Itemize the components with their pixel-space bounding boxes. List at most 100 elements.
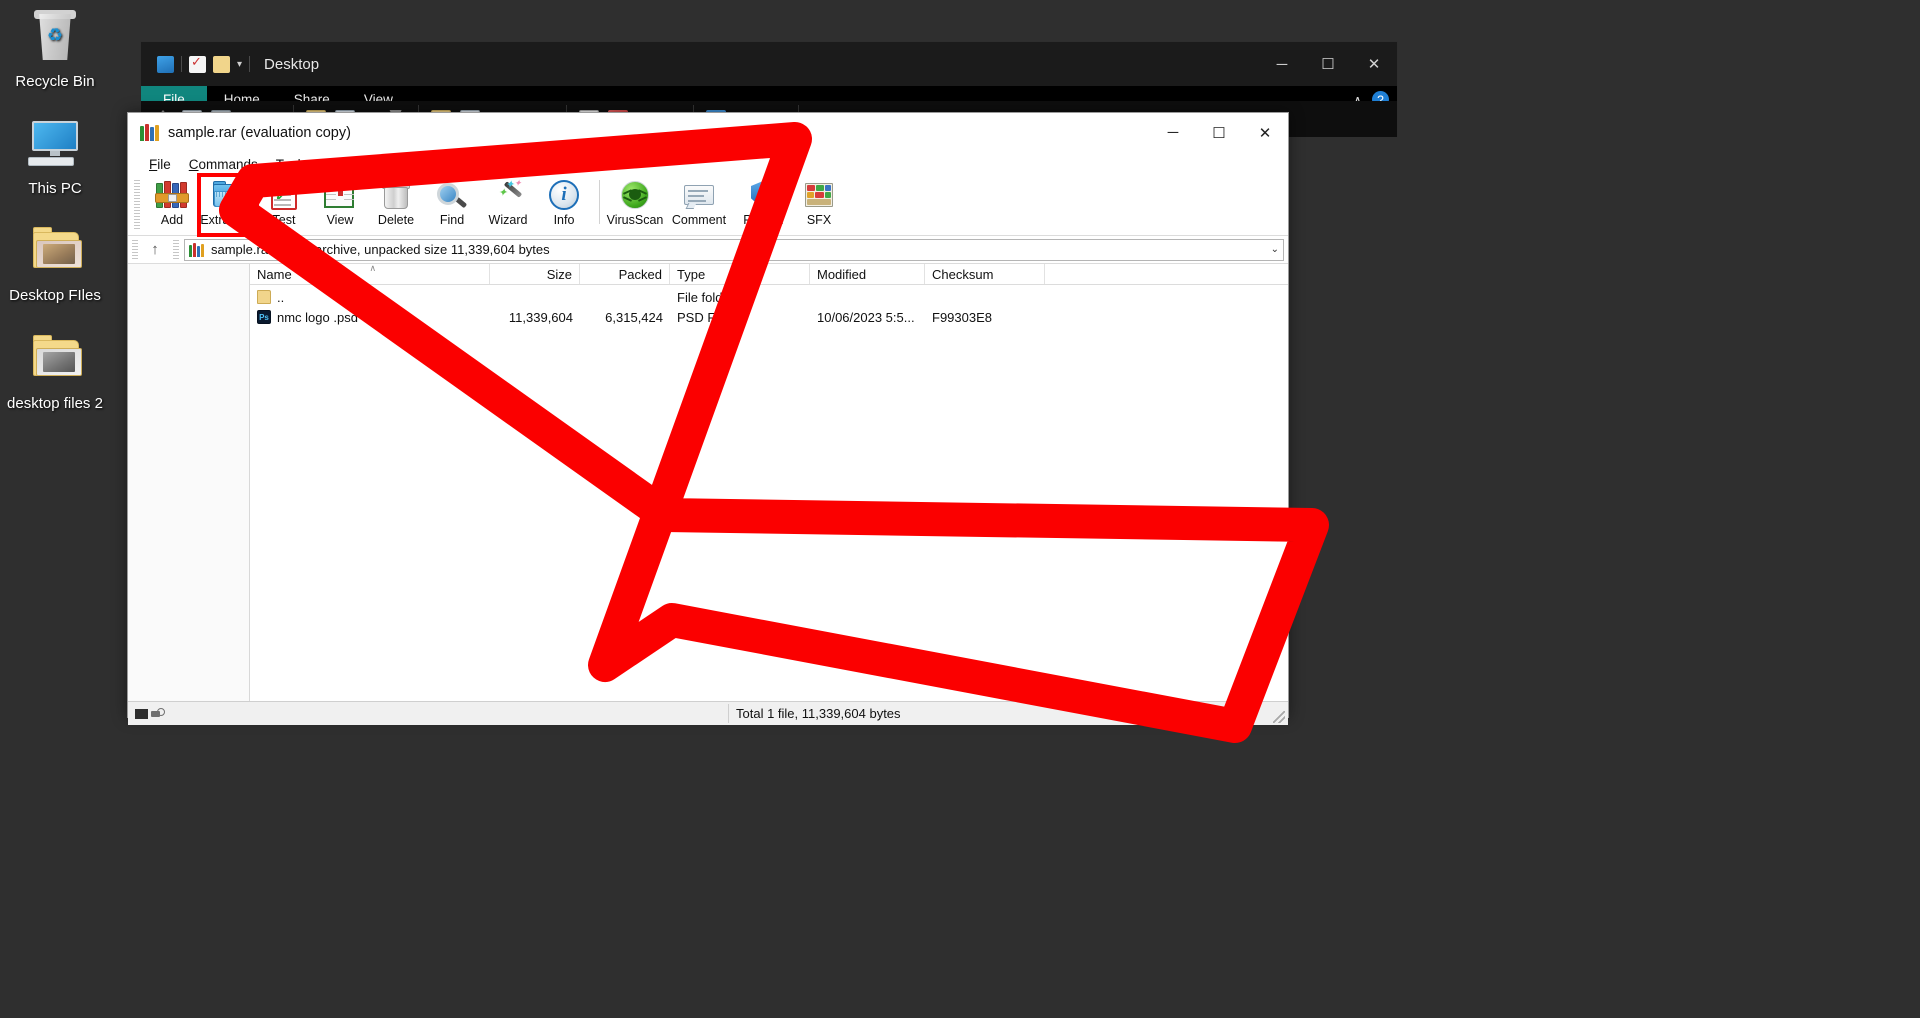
winrar-app-icon (140, 124, 159, 141)
table-row[interactable]: Ps nmc logo .psd * 11,339,604 6,315,424 … (250, 307, 1288, 327)
address-grip[interactable] (132, 240, 138, 260)
find-magnifier-icon (435, 179, 469, 211)
close-button[interactable]: ✕ (1242, 113, 1288, 152)
column-header-name[interactable]: Name ∧ (250, 264, 490, 284)
winrar-title: sample.rar (evaluation copy) (168, 125, 351, 141)
view-book-icon (323, 179, 357, 211)
winrar-toolbar[interactable]: Add Extract To ✓ Test View (128, 176, 1288, 236)
toolbar-grip[interactable] (134, 180, 140, 230)
chevron-down-icon[interactable]: ⌄ (1271, 244, 1279, 255)
cell-packed: 6,315,424 (580, 310, 670, 325)
toolbar-button-comment[interactable]: Comment (663, 176, 735, 234)
menu-file[interactable]: File (140, 155, 180, 174)
toolbar-button-find[interactable]: Find (424, 176, 480, 234)
winrar-menubar[interactable]: File Commands Tools Favorites Options He… (128, 152, 1288, 176)
recycle-bin-icon: ♻ (26, 8, 84, 66)
file-list-header[interactable]: Name ∧ Size Packed Type Modified Checksu… (250, 264, 1288, 285)
cell-type: File folder (670, 290, 810, 305)
toolbar-button-test[interactable]: ✓ Test (256, 176, 312, 234)
wizard-wand-icon: ✦✦✦ (491, 179, 525, 211)
toolbar-label: Protect (743, 213, 783, 227)
cell-type: PSD File (670, 310, 810, 325)
cell-checksum: F99303E8 (925, 310, 1045, 325)
toolbar-button-view[interactable]: View (312, 176, 368, 234)
desktop-icon-recycle-bin[interactable]: ♻ Recycle Bin (0, 8, 110, 90)
toolbar-button-delete[interactable]: Delete (368, 176, 424, 234)
desktop-icon-desktop-files-2[interactable]: desktop files 2 (0, 330, 110, 412)
cell-name[interactable]: Ps nmc logo .psd * (250, 310, 490, 325)
chevron-down-icon[interactable]: ▾ (237, 59, 242, 70)
toolbar-button-add[interactable]: Add (144, 176, 200, 234)
comment-icon (682, 179, 716, 211)
desktop-icon-label: desktop files 2 (0, 395, 110, 412)
toolbar-separator (599, 180, 600, 224)
menu-help[interactable]: Help (454, 155, 500, 174)
file-explorer-window[interactable]: ▾ Desktop ─ ☐ ✕ File Home Share View ∧ ? (140, 41, 1398, 101)
toolbar-button-sfx[interactable]: SFX (791, 176, 847, 234)
archive-path-combobox[interactable]: sample.rar - RAR archive, unpacked size … (184, 239, 1284, 261)
explorer-title: Desktop (264, 56, 319, 73)
maximize-button[interactable]: ☐ (1305, 42, 1351, 86)
toolbar-label: Test (273, 213, 296, 227)
menu-options[interactable]: Options (390, 155, 455, 174)
folder-icon (26, 330, 84, 388)
divider (728, 704, 729, 723)
column-header-size[interactable]: Size (490, 264, 580, 284)
winrar-status-bar: Total 1 file, 11,339,604 bytes (128, 701, 1288, 725)
desktop-icon-label: Recycle Bin (0, 73, 110, 90)
winrar-tree-panel[interactable] (128, 264, 250, 701)
sort-ascending-icon: ∧ (370, 263, 377, 274)
toolbar-label: SFX (807, 213, 831, 227)
minimize-button[interactable]: ─ (1259, 42, 1305, 86)
column-header-checksum[interactable]: Checksum (925, 264, 1045, 284)
desktop-icon-desktop-files[interactable]: Desktop FIles (0, 222, 110, 304)
status-icons[interactable] (128, 708, 170, 719)
menu-favorites[interactable]: Favorites (316, 155, 390, 174)
explorer-window-controls[interactable]: ─ ☐ ✕ (1259, 42, 1397, 86)
toolbar-button-virusscan[interactable]: VirusScan (607, 176, 663, 234)
test-clipboard-icon: ✓ (267, 179, 301, 211)
sfx-icon (802, 179, 836, 211)
winrar-window-controls[interactable]: ─ ☐ ✕ (1150, 113, 1288, 152)
column-header-modified[interactable]: Modified (810, 264, 925, 284)
cell-size: 11,339,604 (490, 310, 580, 325)
maximize-button[interactable]: ☐ (1196, 113, 1242, 152)
toolbar-label: Wizard (489, 213, 528, 227)
divider (181, 56, 182, 72)
address-grip[interactable] (173, 240, 179, 260)
key-icon[interactable] (151, 708, 164, 719)
toolbar-label: Add (161, 213, 183, 227)
desktop-icon-label: This PC (0, 180, 110, 197)
winrar-titlebar: sample.rar (evaluation copy) ─ ☐ ✕ (128, 113, 1288, 152)
new-folder-icon[interactable] (213, 56, 230, 73)
desktop-icon-this-pc[interactable]: This PC (0, 115, 110, 197)
winrar-address-bar[interactable]: ↑ sample.rar - RAR archive, unpacked siz… (128, 236, 1288, 264)
toolbar-label: Find (440, 213, 464, 227)
toolbar-button-protect[interactable]: Protect (735, 176, 791, 234)
virus-scan-icon (618, 179, 652, 211)
quick-access-toolbar[interactable]: ▾ (157, 56, 250, 73)
selection-icon[interactable] (135, 709, 148, 719)
close-button[interactable]: ✕ (1351, 42, 1397, 86)
minimize-button[interactable]: ─ (1150, 113, 1196, 152)
cell-name[interactable]: .. (250, 290, 490, 305)
explorer-icon[interactable] (157, 56, 174, 73)
toolbar-button-wizard[interactable]: ✦✦✦ Wizard (480, 176, 536, 234)
menu-tools[interactable]: Tools (267, 155, 317, 174)
toolbar-label: Delete (378, 213, 414, 227)
winrar-window[interactable]: sample.rar (evaluation copy) ─ ☐ ✕ File … (127, 112, 1289, 718)
up-one-level-button[interactable]: ↑ (142, 238, 168, 262)
menu-commands[interactable]: Commands (180, 155, 267, 174)
toolbar-label: Extract To (200, 213, 255, 227)
resize-grip[interactable] (1273, 711, 1285, 723)
toolbar-button-info[interactable]: i Info (536, 176, 592, 234)
properties-icon[interactable] (189, 56, 206, 73)
folder-icon (26, 222, 84, 280)
winrar-file-list[interactable]: Name ∧ Size Packed Type Modified Checksu… (250, 264, 1288, 701)
toolbar-button-extract-to[interactable]: Extract To (200, 176, 256, 234)
column-header-packed[interactable]: Packed (580, 264, 670, 284)
table-row[interactable]: .. File folder (250, 287, 1288, 307)
this-pc-icon (26, 115, 84, 173)
archive-path-text: sample.rar - RAR archive, unpacked size … (211, 242, 550, 257)
column-header-type[interactable]: Type (670, 264, 810, 284)
